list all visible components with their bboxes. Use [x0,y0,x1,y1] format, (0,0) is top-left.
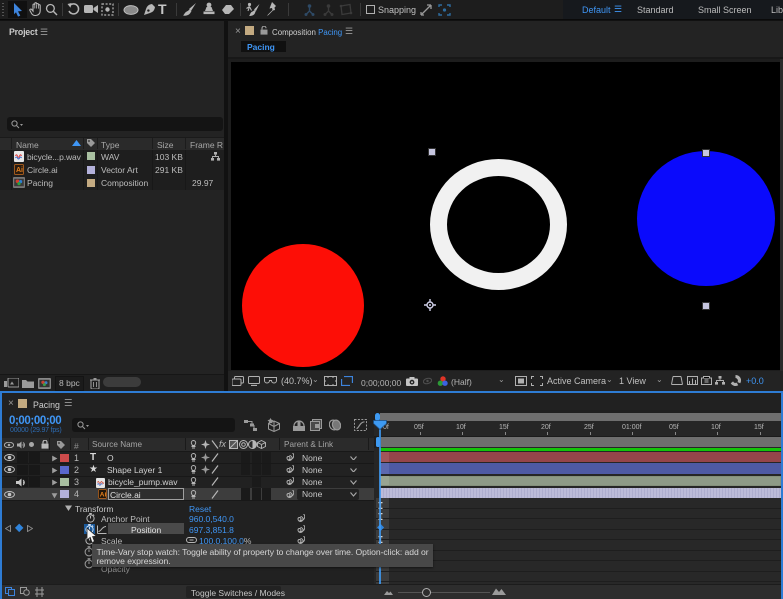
svg-text:Ai: Ai [100,491,107,498]
svg-text:Ai: Ai [16,167,23,174]
